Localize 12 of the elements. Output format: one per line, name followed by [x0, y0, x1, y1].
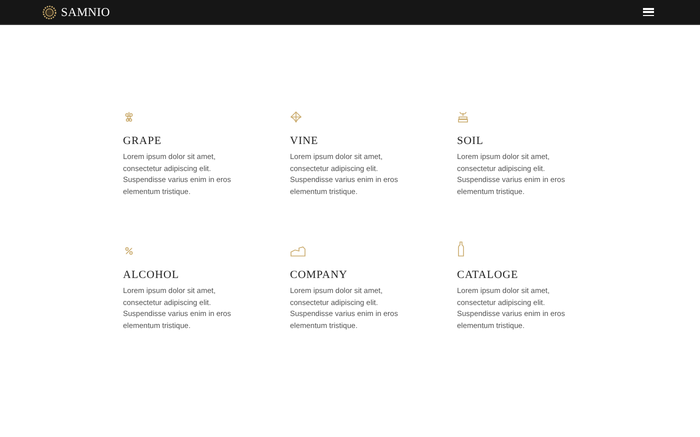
- menu-icon[interactable]: [643, 8, 654, 16]
- brand-name[interactable]: SAMNIO: [61, 3, 110, 21]
- percent-icon: [123, 245, 135, 257]
- bottle-icon: [457, 241, 465, 257]
- feature-title: COMPANY: [290, 269, 349, 281]
- feature-title: VINE: [290, 135, 320, 147]
- feature-title: SOIL: [457, 135, 484, 147]
- feature-title: CATALOGE: [457, 269, 520, 281]
- building-icon: [290, 245, 306, 257]
- feature-title: ALCOHOL: [123, 269, 180, 281]
- logo-icon: [42, 4, 57, 20]
- feature-title: GRAPE: [123, 135, 163, 147]
